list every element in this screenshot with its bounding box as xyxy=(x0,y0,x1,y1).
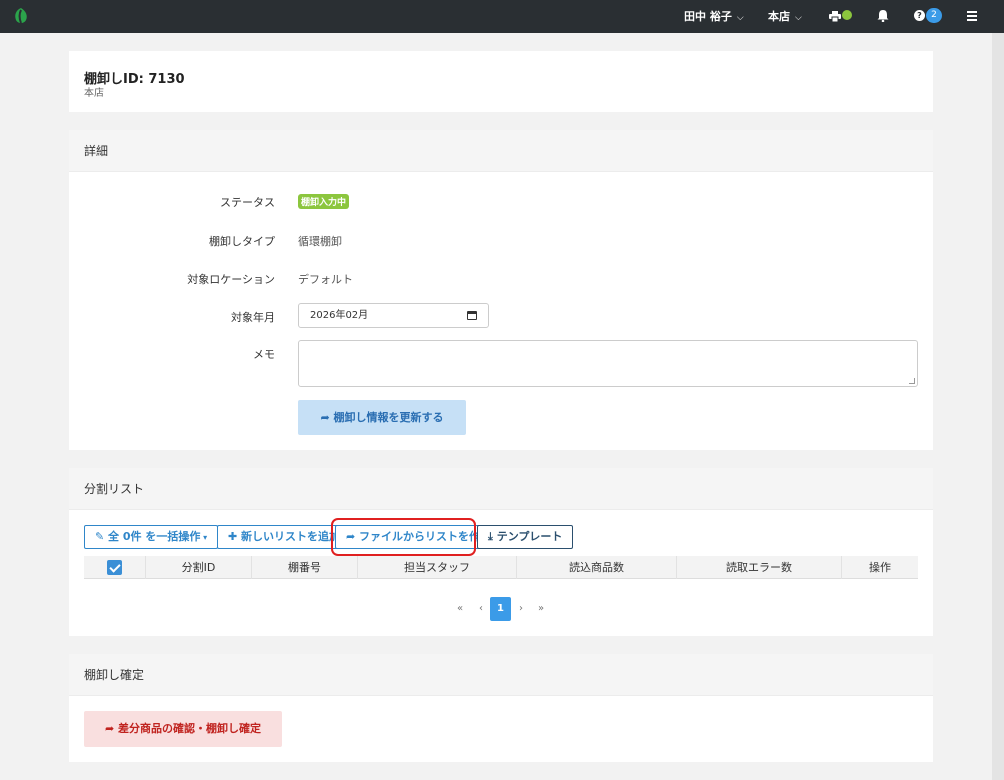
type-label: 棚卸しタイプ xyxy=(209,235,275,248)
bell-icon[interactable] xyxy=(877,9,889,22)
calendar-icon[interactable] xyxy=(467,311,477,320)
month-input-value: 2026年02月 xyxy=(310,310,369,321)
printer-status-dot xyxy=(842,10,852,20)
store-name: 本店 xyxy=(768,10,790,23)
column-header[interactable]: 担当スタッフ xyxy=(357,556,516,579)
column-header[interactable]: 分割ID xyxy=(145,556,251,579)
column-header[interactable]: 棚番号 xyxy=(251,556,357,579)
top-navbar: 田中 裕子 ⌵ 本店 ⌵ ? 2 xyxy=(0,0,1004,33)
share-arrow-icon: ➦ xyxy=(320,411,334,424)
location-value: デフォルト xyxy=(298,273,353,286)
confirm-inventory-label: 差分商品の確認・棚卸し確定 xyxy=(118,722,262,735)
confirm-inventory-button[interactable]: ➦ 差分商品の確認・棚卸し確定 xyxy=(84,711,282,747)
pagination-next[interactable]: › xyxy=(514,597,528,621)
caret-down-icon: ▾ xyxy=(200,533,208,542)
pagination-first[interactable]: « xyxy=(453,597,467,621)
plus-icon: ✚ xyxy=(228,530,242,543)
pagination-current-page[interactable]: 1 xyxy=(490,597,511,621)
edit-icon: ✎ xyxy=(95,530,109,543)
select-all-cell xyxy=(84,556,145,579)
help-count-badge: 2 xyxy=(926,8,942,23)
pagination-last[interactable]: » xyxy=(534,597,548,621)
highlight-ring xyxy=(331,518,476,556)
split-list-card: 分割リスト ✎ 全 0件 を一括操作 ▾ ✚ 新しいリストを追加 ➦ ファイルか… xyxy=(69,468,933,636)
help-icon[interactable]: ? xyxy=(914,10,925,21)
column-header[interactable]: 読取エラー数 xyxy=(676,556,841,579)
user-menu[interactable]: 田中 裕子 ⌵ xyxy=(684,0,744,33)
scrollbar-track[interactable] xyxy=(992,33,1004,780)
location-label: 対象ロケーション xyxy=(187,273,275,286)
update-inventory-label: 棚卸し情報を更新する xyxy=(333,411,444,424)
hamburger-menu-icon[interactable] xyxy=(967,11,977,23)
chevron-down-icon: ⌵ xyxy=(795,13,802,23)
page-header-card: 棚卸しID: 7130 本店 xyxy=(69,51,933,112)
details-card: 詳細 ステータス 棚卸入力中 棚卸しタイプ 循環棚卸 対象ロケーション デフォル… xyxy=(69,130,933,450)
update-inventory-button[interactable]: ➦ 棚卸し情報を更新する xyxy=(298,400,466,435)
select-all-checkbox[interactable] xyxy=(107,560,122,575)
template-label: テンプレート xyxy=(496,530,563,543)
type-value: 循環棚卸 xyxy=(298,235,342,248)
app-logo-icon[interactable] xyxy=(13,7,29,25)
store-menu[interactable]: 本店 ⌵ xyxy=(768,0,802,33)
chevron-down-icon: ⌵ xyxy=(736,13,744,23)
month-label: 対象年月 xyxy=(231,311,275,324)
column-header: 操作 xyxy=(841,556,918,579)
confirm-section-title: 棚卸し確定 xyxy=(69,654,933,696)
status-label: ステータス xyxy=(220,196,275,209)
details-section-title: 詳細 xyxy=(69,130,933,172)
bulk-action-label: 全 0件 を一括操作 xyxy=(108,530,201,543)
printer-icon[interactable] xyxy=(829,11,841,22)
confirm-card: 棚卸し確定 ➦ 差分商品の確認・棚卸し確定 xyxy=(69,654,933,762)
split-list-section-title: 分割リスト xyxy=(69,468,933,510)
resize-handle-icon[interactable] xyxy=(909,378,915,384)
month-input[interactable]: 2026年02月 xyxy=(298,303,489,328)
split-list-table-header: 分割ID 棚番号 担当スタッフ 読込商品数 読取エラー数 操作 xyxy=(84,556,918,579)
user-name: 田中 裕子 xyxy=(684,10,732,23)
memo-textarea[interactable] xyxy=(298,340,918,387)
download-icon: ⤓ xyxy=(488,530,497,543)
pagination-prev[interactable]: ‹ xyxy=(474,597,488,621)
add-list-label: 新しいリストを追加 xyxy=(241,530,341,543)
page-subtitle: 本店 xyxy=(84,88,104,99)
bulk-action-button[interactable]: ✎ 全 0件 を一括操作 ▾ xyxy=(84,525,219,549)
memo-label: メモ xyxy=(253,348,275,361)
template-button[interactable]: ⤓ テンプレート xyxy=(477,525,574,549)
column-header[interactable]: 読込商品数 xyxy=(516,556,676,579)
status-badge: 棚卸入力中 xyxy=(298,194,350,209)
share-arrow-icon: ➦ xyxy=(104,722,119,735)
